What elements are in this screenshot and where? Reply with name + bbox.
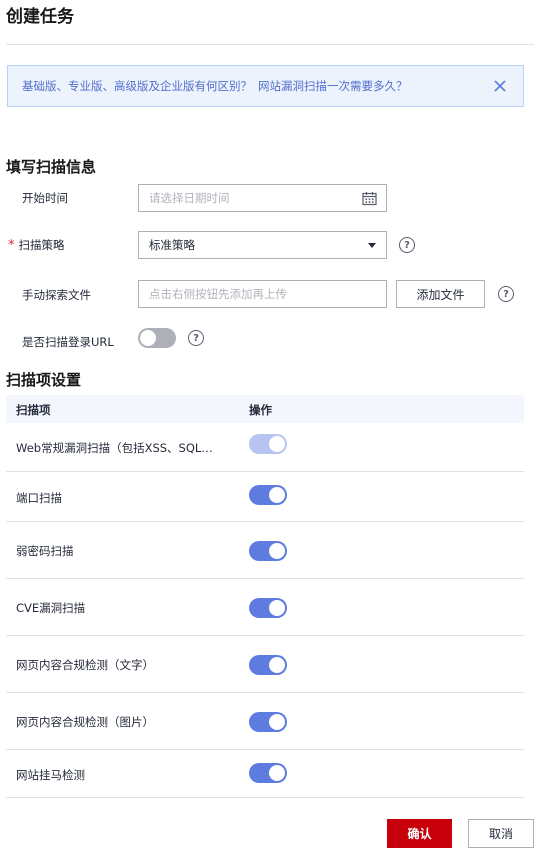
start-time-placeholder: 请选择日期时间 [149,191,230,205]
scan-item-name: 网页内容合规检测（文字） [16,658,154,672]
section-title-scan-info: 填写扫描信息 [6,158,97,176]
close-icon[interactable] [491,77,509,95]
start-time-label: 开始时间 [22,191,68,205]
scan-item-name: 端口扫描 [16,491,62,505]
cancel-button[interactable]: 取消 [468,819,534,848]
table-header: 扫描项 操作 [6,395,524,423]
help-icon[interactable]: ? [188,330,204,346]
scan-item-name: CVE漏洞扫描 [16,601,86,615]
calendar-icon[interactable] [362,191,377,206]
dialog-title: 创建任务 [6,7,74,27]
table-row: CVE漏洞扫描 [6,579,524,636]
scan-login-url-toggle[interactable] [138,328,176,348]
help-icon[interactable]: ? [399,237,415,253]
table-row: 网站挂马检测 [6,750,524,798]
manual-file-label: 手动探索文件 [22,288,91,302]
confirm-button[interactable]: 确认 [387,819,452,848]
title-divider [6,44,534,45]
scan-item-toggle [249,434,287,454]
scan-items-table: 扫描项 操作 Web常规漏洞扫描（包括XSS、SQL… 端口扫描 弱密码扫描 C… [6,395,524,798]
table-row: 弱密码扫描 [6,522,524,579]
scan-item-toggle[interactable] [249,598,287,618]
table-row: 端口扫描 [6,472,524,522]
required-mark: * [8,238,15,253]
notice-link-version-diff[interactable]: 基础版、专业版、高级版及企业版有何区别？ [22,78,252,94]
table-row: 网页内容合规检测（图片） [6,693,524,750]
strategy-label-text: 扫描策略 [18,238,65,252]
scan-login-url-label: 是否扫描登录URL [22,335,114,349]
start-time-picker[interactable]: 请选择日期时间 [138,184,387,212]
column-header-scan-item: 扫描项 [16,403,51,417]
scan-item-toggle[interactable] [249,712,287,732]
scan-item-toggle[interactable] [249,655,287,675]
scan-item-toggle[interactable] [249,763,287,783]
table-row: 网页内容合规检测（文字） [6,636,524,693]
scan-item-name: 弱密码扫描 [16,544,74,558]
help-icon[interactable]: ? [498,286,514,302]
table-row: Web常规漏洞扫描（包括XSS、SQL… [6,423,524,472]
strategy-select[interactable]: 标准策略 [138,231,387,259]
column-header-operation: 操作 [249,403,272,417]
notice-banner: 基础版、专业版、高级版及企业版有何区别？ 网站漏洞扫描一次需要多久？ [7,65,524,107]
scan-item-name: 网页内容合规检测（图片） [16,715,154,729]
manual-file-input[interactable]: 点击右侧按钮先添加再上传 [138,280,387,308]
notice-link-scan-duration[interactable]: 网站漏洞扫描一次需要多久？ [258,78,408,94]
scan-item-name: Web常规漏洞扫描（包括XSS、SQL… [16,441,213,455]
section-title-scan-items: 扫描项设置 [6,371,82,389]
scan-item-toggle[interactable] [249,541,287,561]
chevron-down-icon[interactable] [368,243,376,248]
scan-item-name: 网站挂马检测 [16,768,85,782]
strategy-value: 标准策略 [149,238,195,252]
add-file-button[interactable]: 添加文件 [396,280,485,308]
strategy-label: * 扫描策略 [8,237,65,253]
manual-file-placeholder: 点击右侧按钮先添加再上传 [149,287,287,301]
scan-item-toggle[interactable] [249,485,287,505]
